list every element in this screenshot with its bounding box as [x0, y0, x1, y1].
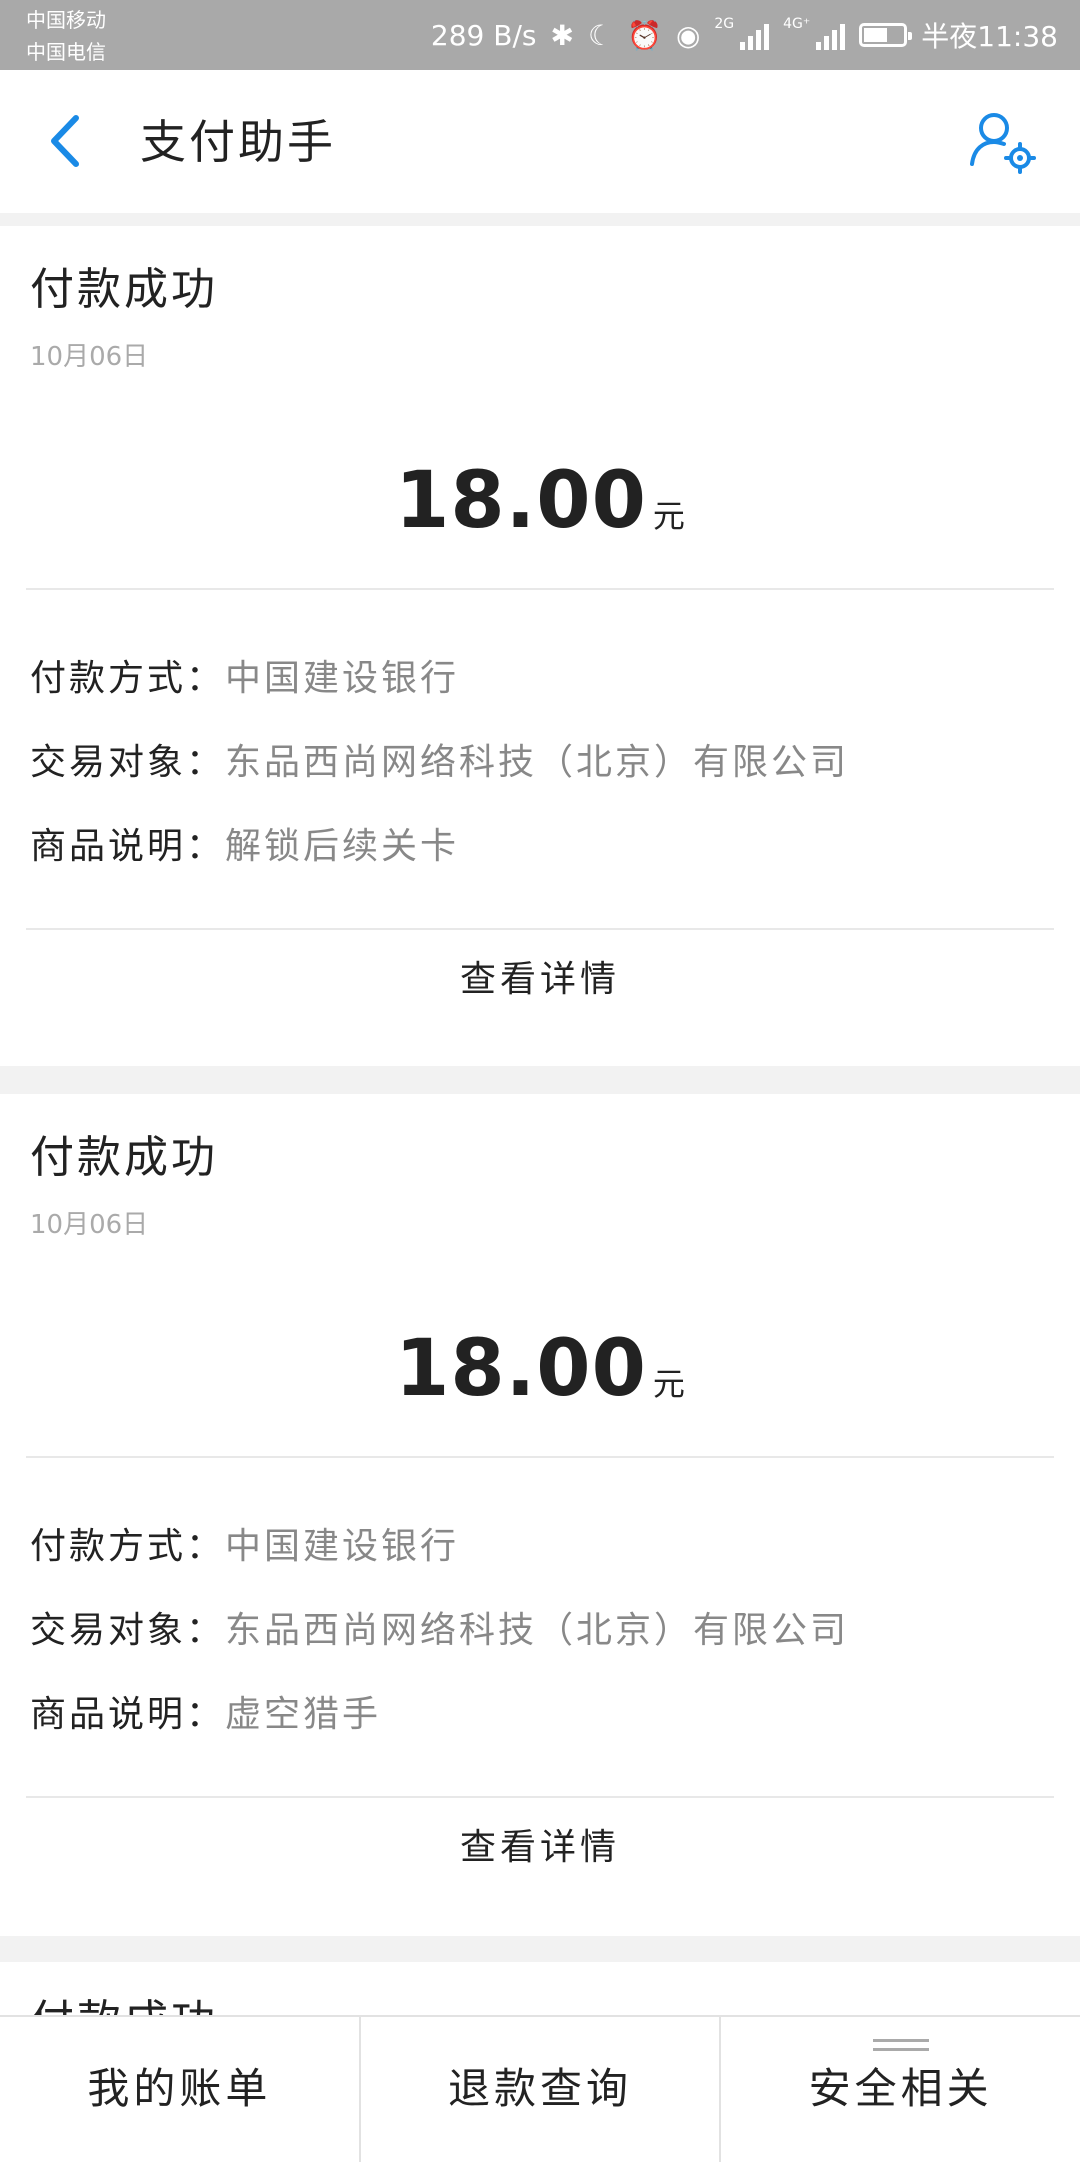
- eye-icon: ◉: [675, 18, 701, 52]
- amount-unit: 元: [652, 497, 685, 535]
- row-value: 虚空猎手: [225, 1694, 382, 1735]
- nav-my-bills[interactable]: 我的账单: [0, 2017, 359, 2162]
- amount-value: 18.00: [395, 456, 647, 546]
- amount-value: 18.00: [395, 1324, 647, 1414]
- view-details-button[interactable]: 查看详情: [0, 1798, 1080, 1898]
- chevron-left-icon: [51, 115, 79, 167]
- counterparty-row: 交易对象：东品西尚网络科技（北京）有限公司: [30, 738, 849, 788]
- nav-security-label: 安全相关: [808, 2064, 993, 2113]
- divider: [26, 588, 1054, 590]
- row-value: 解锁后续关卡: [225, 826, 460, 867]
- battery-icon: [859, 23, 913, 47]
- row-value: 中国建设银行: [225, 658, 460, 699]
- row-value: 东品西尚网络科技（北京）有限公司: [225, 742, 850, 783]
- item-description-row: 商品说明：解锁后续关卡: [30, 822, 459, 872]
- row-label: 商品说明：: [30, 1694, 226, 1735]
- signal-2g-icon: [740, 20, 770, 50]
- user-settings-icon: [970, 113, 1036, 174]
- nav-security[interactable]: 安全相关: [719, 2017, 1080, 2162]
- divider: [26, 1456, 1054, 1458]
- moon-icon: ☾: [587, 18, 614, 52]
- signal-4g-icon: [816, 20, 846, 50]
- row-value: 东品西尚网络科技（北京）有限公司: [225, 1610, 850, 1651]
- row-value: 中国建设银行: [225, 1526, 460, 1567]
- card-title: 付款成功: [30, 264, 218, 315]
- payment-card: 付款成功 10月06日 18.00 元 付款方式：中国建设银行 交易对象：东品西尚…: [0, 1094, 1080, 1936]
- payment-method-row: 付款方式：中国建设银行: [30, 654, 459, 704]
- bottom-nav: 我的账单 退款查询 安全相关: [0, 2015, 1080, 2162]
- clock: 半夜11:38: [921, 20, 1058, 53]
- status-bar: 中国移动 中国电信 289 B/s ✱ ☾ ⏰ ◉ 2G 4G⁺ 半夜11:38: [0, 0, 1080, 70]
- row-label: 商品说明：: [30, 826, 226, 867]
- counterparty-row: 交易对象：东品西尚网络科技（北京）有限公司: [30, 1606, 849, 1656]
- payment-method-row: 付款方式：中国建设银行: [30, 1522, 459, 1572]
- payment-card: 付款成功: [0, 1962, 1080, 2022]
- bluetooth-icon: ✱: [550, 18, 574, 52]
- menu-icon: [872, 2039, 929, 2053]
- carrier-2: 中国电信: [26, 40, 106, 64]
- network-4g-label: 4G⁺: [783, 16, 811, 32]
- amount: 18.00 元: [0, 1324, 1080, 1414]
- payment-card: 付款成功 10月06日 18.00 元 付款方式：中国建设银行 交易对象：东品西尚…: [0, 226, 1080, 1066]
- row-label: 付款方式：: [30, 658, 226, 699]
- row-label: 交易对象：: [30, 742, 226, 783]
- alarm-icon: ⏰: [627, 18, 662, 52]
- nav-refund-query[interactable]: 退款查询: [358, 2017, 720, 2162]
- row-label: 付款方式：: [30, 1526, 226, 1567]
- network-2g-label: 2G: [714, 16, 735, 32]
- status-indicators: 289 B/s ✱ ☾ ⏰ ◉ 2G 4G⁺ 半夜11:38: [431, 0, 1058, 70]
- view-details-button[interactable]: 查看详情: [0, 930, 1080, 1030]
- page-title: 支付助手: [140, 115, 336, 169]
- app-header: 支付助手: [0, 70, 1080, 213]
- item-description-row: 商品说明：虚空猎手: [30, 1690, 381, 1740]
- card-title: 付款成功: [30, 1132, 218, 1183]
- back-button[interactable]: [40, 108, 100, 174]
- card-date: 10月06日: [30, 1210, 149, 1240]
- card-date: 10月06日: [30, 342, 149, 372]
- amount-unit: 元: [652, 1365, 685, 1403]
- net-speed: 289 B/s: [430, 18, 537, 52]
- battery-level: [864, 28, 888, 42]
- user-settings-button[interactable]: [968, 108, 1040, 176]
- row-label: 交易对象：: [30, 1610, 226, 1651]
- carrier-1: 中国移动: [26, 8, 106, 32]
- amount: 18.00 元: [0, 456, 1080, 546]
